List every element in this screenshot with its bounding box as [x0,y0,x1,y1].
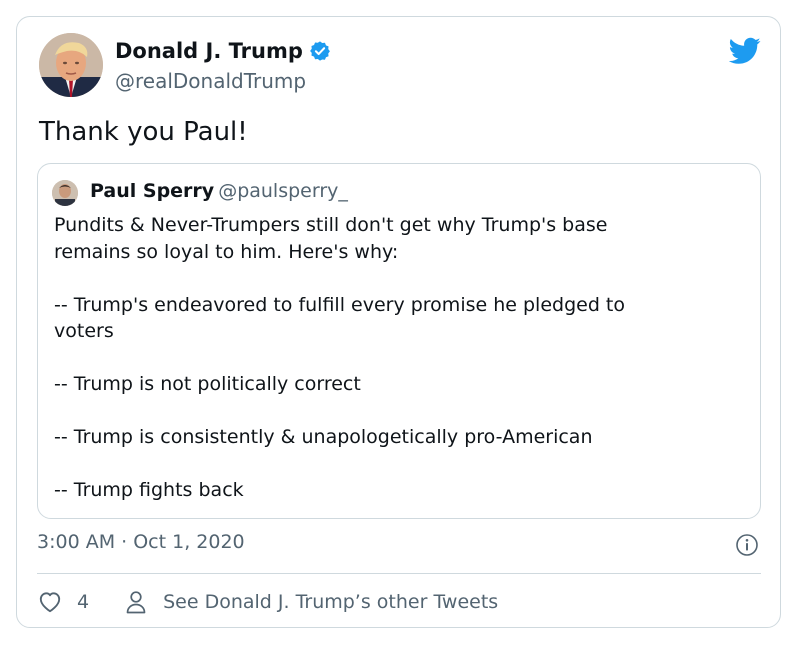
twitter-bird-icon[interactable] [729,37,761,65]
author-name[interactable]: Donald J. Trump [115,39,303,63]
divider [37,573,761,574]
person-icon [126,591,146,614]
quoted-text-line [54,265,744,292]
author-avatar[interactable] [39,33,103,97]
quoted-text-line [54,451,744,478]
embedded-tweet-card: Donald J. Trump @realDonaldTrump Thank y… [16,16,781,628]
see-other-tweets-link[interactable]: See Donald J. Trump’s other Tweets [125,590,498,614]
heart-icon [39,592,61,613]
tweet-text: Thank you Paul! [39,117,248,147]
quoted-text-line: -- Trump is not politically correct [54,373,361,395]
quoted-text-line [54,345,744,372]
verified-badge-icon [309,41,330,61]
quoted-text-line: -- Trump fights back [54,479,244,501]
author-handle[interactable]: @realDonaldTrump [115,69,306,93]
like-button[interactable]: 4 [37,589,89,615]
quoted-text-line [54,398,744,425]
quoted-author-avatar[interactable] [52,180,78,206]
author-name-row[interactable]: Donald J. Trump [115,39,331,63]
quoted-tweet-text: Pundits & Never-Trumpers still don't get… [54,212,744,504]
tweet-actions: 4 See Donald J. Trump’s other Tweets [37,587,498,617]
info-icon[interactable] [735,533,759,557]
like-count: 4 [77,591,90,613]
quoted-tweet[interactable]: Paul Sperry @paulsperry_ Pundits & Never-… [37,163,761,519]
tweet-timestamp[interactable]: 3:00 AM · Oct 1, 2020 [37,531,245,553]
quoted-text-line: -- Trump's endeavored to fulfill every p… [54,293,626,316]
quoted-text-line: remains so loyal to him. Here's why: [54,240,399,263]
quoted-author-name: Paul Sperry [90,180,215,202]
quoted-text-line: Pundits & Never-Trumpers still don't get… [54,214,608,236]
quoted-author-row: Paul Sperry @paulsperry_ [90,180,348,202]
quoted-text-line: -- Trump is consistently & unapologetica… [54,426,593,448]
see-other-tweets-label[interactable]: See Donald J. Trump’s other Tweets [163,591,498,613]
quoted-text-line: voters [54,320,114,342]
quoted-author-handle: @paulsperry_ [218,180,348,202]
